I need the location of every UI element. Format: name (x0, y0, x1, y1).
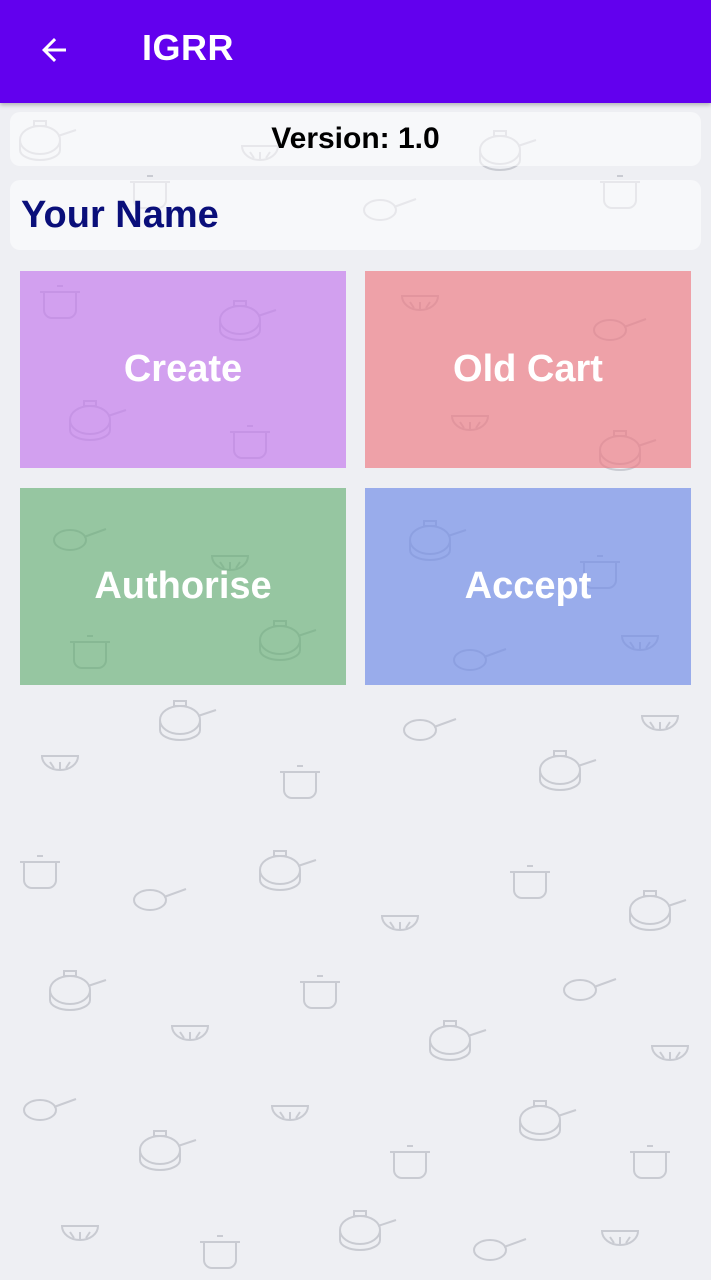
app-bar: IGRR (0, 0, 711, 103)
create-button[interactable]: Create (20, 271, 346, 468)
accept-button-label: Accept (464, 565, 592, 607)
old-cart-button-label: Old Cart (453, 348, 603, 390)
back-button[interactable] (22, 20, 86, 80)
authorise-button[interactable]: Authorise (20, 488, 346, 685)
version-card: Version: 1.0 (10, 112, 701, 166)
create-button-label: Create (123, 348, 243, 390)
user-name-label: Your Name (21, 194, 219, 236)
authorise-button-label: Authorise (94, 565, 272, 607)
accept-button[interactable]: Accept (365, 488, 691, 685)
old-cart-button[interactable]: Old Cart (365, 271, 691, 468)
user-name-card: Your Name (10, 180, 701, 250)
app-title: IGRR (142, 27, 234, 68)
arrow-left-icon (42, 38, 66, 62)
version-label: Version: 1.0 (271, 122, 440, 155)
